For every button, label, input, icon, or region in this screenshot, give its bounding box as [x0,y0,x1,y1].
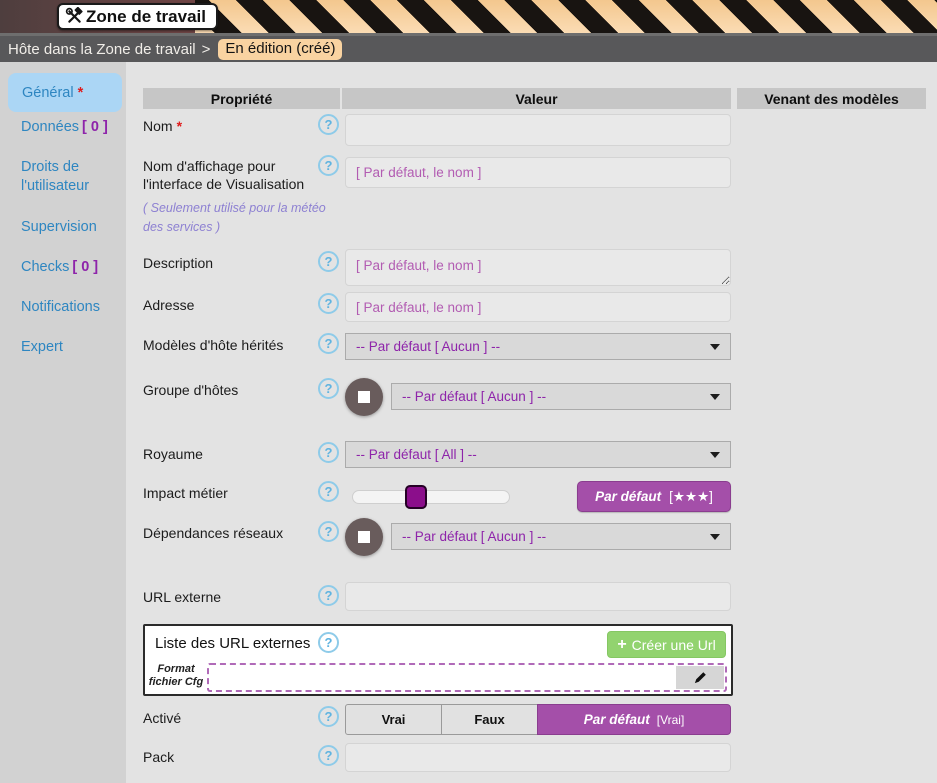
chevron-down-icon [710,452,720,458]
adresse-label: Adresse [143,296,194,314]
column-header-venant-des-modeles: Venant des modèles [737,88,926,109]
sidebar-item-donnees[interactable]: Données[ 0 ] [21,118,121,137]
item-count: [ 0 ] [82,119,108,135]
chevron-down-icon [710,534,720,540]
chevron-down-icon [710,394,720,400]
workzone-page: Zone de travail Hôte dans la Zone de tra… [0,0,937,783]
required-marker: * [177,118,182,134]
default-button-label: Par défaut [584,712,650,727]
cfg-format-field[interactable] [207,663,727,692]
selected-value: -- Par défaut [ Aucun ] -- [402,529,546,544]
business-impact-slider-track[interactable] [352,490,510,504]
display-name-label: Nom d'affichage pour l'interface de Visu… [143,157,329,193]
network-dependencies-toggle-button[interactable] [345,518,383,556]
pack-input[interactable] [345,743,731,772]
default-button-value: [Vrai] [657,713,685,727]
pencil-icon [693,670,708,685]
display-name-input[interactable] [345,157,731,188]
host-templates-select[interactable]: -- Par défaut [ Aucun ] -- [345,333,731,360]
hazard-stripes-banner: Zone de travail [0,0,937,33]
sidebar-item-label: Supervision [21,219,97,235]
column-header-propriete: Propriété [143,88,340,109]
breadcrumb-path: Hôte dans la Zone de travail [8,41,196,58]
stars-icon: [★★★] [669,489,713,505]
host-groups-help-icon[interactable]: ? [318,378,339,399]
breadcrumb: Hôte dans la Zone de travail > En éditio… [0,33,937,62]
active-true-button[interactable]: Vrai [345,704,442,735]
sidebar-item-checks[interactable]: Checks[ 0 ] [21,258,121,277]
network-dependencies-label: Dépendances réseaux [143,524,283,542]
sidebar-item-label: Données [21,119,79,135]
selected-value: -- Par défaut [ Aucun ] -- [402,389,546,404]
status-badge: En édition (créé) [218,39,342,60]
adresse-input[interactable] [345,292,731,322]
realm-select[interactable]: -- Par défaut [ All ] -- [345,441,731,468]
business-impact-slider-handle[interactable] [405,485,427,509]
description-label: Description [143,254,213,272]
business-impact-help-icon[interactable]: ? [318,481,339,502]
active-segmented-control: Vrai Faux Par défaut [Vrai] [345,704,731,735]
network-dependencies-select[interactable]: -- Par défaut [ Aucun ] -- [391,523,731,550]
display-name-help-icon[interactable]: ? [318,155,339,176]
host-templates-label: Modèles d'hôte hérités [143,336,283,354]
description-help-icon[interactable]: ? [318,251,339,272]
business-impact-label: Impact métier [143,484,228,502]
default-button-label: Par défaut [595,489,661,504]
active-label: Activé [143,709,181,727]
edit-cfg-button[interactable] [676,666,724,689]
external-url-help-icon[interactable]: ? [318,585,339,606]
nom-help-icon[interactable]: ? [318,114,339,135]
description-textarea[interactable] [345,249,731,286]
realm-label: Royaume [143,445,203,463]
breadcrumb-separator: > [202,41,211,58]
selected-value: -- Par défaut [ Aucun ] -- [356,339,500,354]
adresse-help-icon[interactable]: ? [318,293,339,314]
workzone-title-button[interactable]: Zone de travail [57,3,218,30]
host-groups-select[interactable]: -- Par défaut [ Aucun ] -- [391,383,731,410]
pack-help-icon[interactable]: ? [318,745,339,766]
sidebar-item-general[interactable]: Général * [8,73,122,112]
square-icon [358,391,370,403]
selected-value: -- Par défaut [ All ] -- [356,447,477,462]
create-url-label: Créer une Url [632,637,716,653]
realm-help-icon[interactable]: ? [318,442,339,463]
plus-icon: + [617,636,626,654]
url-list-help-icon[interactable]: ? [318,632,339,653]
sidebar-item-label: Expert [21,339,63,355]
business-impact-default-button[interactable]: Par défaut [★★★] [577,481,731,512]
pack-label: Pack [143,748,174,766]
active-default-button[interactable]: Par défaut [Vrai] [537,704,731,735]
sidebar-item-label: Droits de l'utilisateur [21,159,89,194]
external-url-input[interactable] [345,582,731,611]
active-false-button[interactable]: Faux [441,704,538,735]
display-name-note: ( Seulement utilisé pour la météo des se… [143,199,329,238]
sidebar-item-expert[interactable]: Expert [21,338,121,357]
column-header-valeur: Valeur [342,88,731,109]
sidebar-item-notifications[interactable]: Notifications [21,298,121,317]
host-templates-help-icon[interactable]: ? [318,333,339,354]
chevron-down-icon [710,344,720,350]
create-url-button[interactable]: + Créer une Url [607,631,726,658]
tools-icon [65,7,84,26]
external-url-label: URL externe [143,588,221,606]
network-dependencies-help-icon[interactable]: ? [318,521,339,542]
sidebar-item-label: Checks [21,259,69,275]
host-groups-toggle-button[interactable] [345,378,383,416]
external-url-list-box: Liste des URL externes ? + Créer une Url… [143,624,733,696]
sidebar: Général * Données[ 0 ] Droits de l'utili… [0,62,126,783]
cfg-format-label: Format fichier Cfg [147,663,205,689]
active-help-icon[interactable]: ? [318,706,339,727]
sidebar-item-supervision[interactable]: Supervision [21,218,121,237]
required-marker: * [78,85,84,101]
host-groups-label: Groupe d'hôtes [143,381,238,399]
square-icon [358,531,370,543]
nom-input[interactable] [345,114,731,146]
sidebar-item-label: Notifications [21,299,100,315]
sidebar-item-label: Général [22,85,74,101]
nom-label: Nom* [143,117,182,135]
sidebar-item-droits-utilisateur[interactable]: Droits de l'utilisateur [21,158,121,196]
url-list-label: Liste des URL externes [155,635,310,652]
workzone-title-label: Zone de travail [86,7,206,27]
item-count: [ 0 ] [72,259,98,275]
